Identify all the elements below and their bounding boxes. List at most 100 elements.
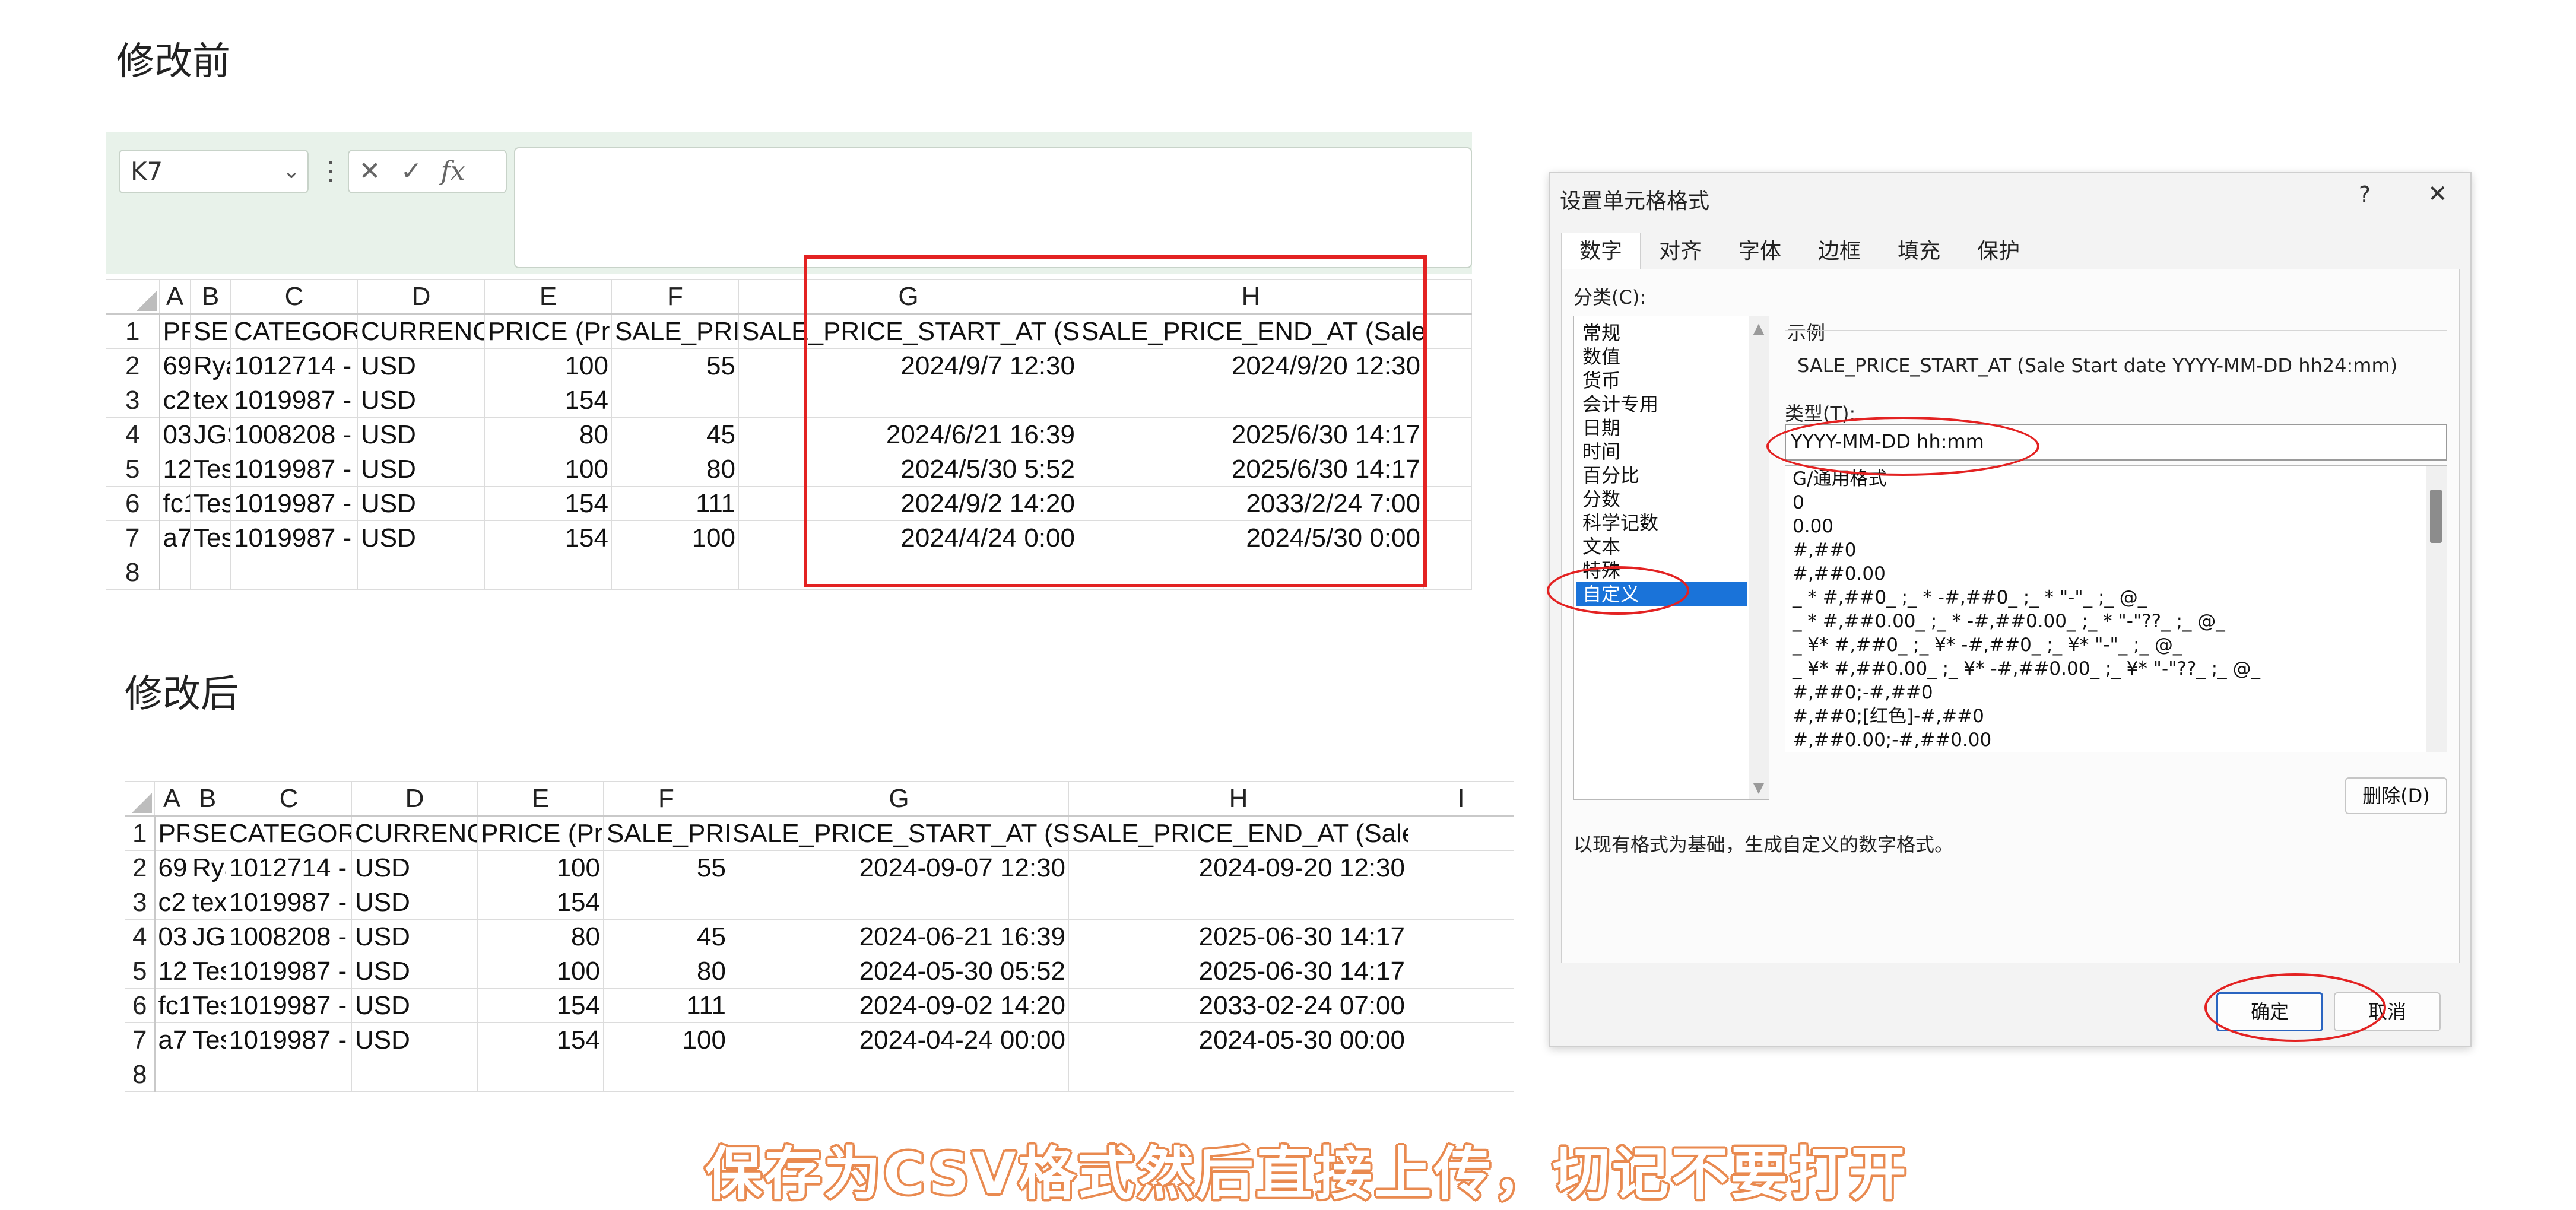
column-header-B[interactable]: B (190, 279, 231, 315)
cell[interactable]: 12 (154, 954, 189, 989)
formula-input[interactable] (514, 147, 1472, 268)
cell[interactable]: 45 (611, 417, 739, 452)
category-item[interactable]: 百分比 (1576, 463, 1747, 487)
row-header[interactable]: 6 (125, 988, 156, 1023)
cell[interactable]: 154 (477, 988, 604, 1023)
cell[interactable]: Tes (190, 520, 231, 555)
cell[interactable] (1408, 1057, 1514, 1092)
row-header[interactable]: 6 (106, 486, 160, 521)
cell[interactable]: CURRENCY (351, 815, 478, 851)
cell[interactable] (729, 885, 1069, 920)
select-all-corner[interactable] (125, 781, 155, 817)
category-item[interactable]: 时间 (1576, 440, 1747, 463)
column-header-A[interactable]: A (159, 279, 191, 315)
cell[interactable] (1423, 417, 1472, 452)
tab-4[interactable]: 填充 (1879, 233, 1959, 271)
cell[interactable]: 154 (477, 1022, 604, 1057)
cell[interactable] (154, 1057, 189, 1092)
cell[interactable]: 100 (477, 954, 604, 989)
column-header-E[interactable]: E (477, 781, 604, 817)
cell[interactable]: PR (159, 313, 191, 349)
cell[interactable]: a7 (159, 520, 191, 555)
cell[interactable]: USD (357, 383, 485, 418)
cell[interactable]: CATEGORY (230, 313, 358, 349)
row-header[interactable]: 3 (125, 885, 156, 920)
cell[interactable]: USD (357, 520, 485, 555)
cell[interactable] (1408, 815, 1514, 851)
row-header[interactable]: 7 (125, 1022, 156, 1057)
cell[interactable]: 1012714 - (226, 850, 352, 885)
cell[interactable]: USD (357, 417, 485, 452)
column-header-C[interactable]: C (230, 279, 358, 315)
tab-2[interactable]: 字体 (1720, 233, 1800, 271)
column-header-E[interactable]: E (484, 279, 612, 315)
cell[interactable]: 45 (603, 919, 729, 954)
row-header[interactable]: 3 (106, 383, 160, 418)
format-item[interactable]: 0.00 (1788, 515, 2417, 538)
cell[interactable] (351, 1057, 478, 1092)
cell[interactable]: 80 (477, 919, 604, 954)
row-header[interactable]: 5 (106, 452, 160, 487)
cell[interactable]: USD (351, 954, 478, 989)
cell[interactable]: 1019987 - (226, 954, 352, 989)
cell[interactable]: 2025-06-30 14:17 (1068, 954, 1408, 989)
cell[interactable]: 1019987 - (230, 486, 358, 521)
cell[interactable] (1423, 313, 1472, 349)
name-box[interactable]: K7 ⌄ (119, 150, 309, 193)
cell[interactable]: USD (351, 919, 478, 954)
cell[interactable]: USD (351, 988, 478, 1023)
cell[interactable]: 80 (611, 452, 739, 487)
cell[interactable] (1068, 885, 1408, 920)
cell[interactable]: CATEGORY (226, 815, 352, 851)
cell[interactable]: c2 (154, 885, 189, 920)
category-item[interactable]: 科学记数 (1576, 511, 1747, 535)
cell[interactable]: 55 (611, 348, 739, 383)
cell[interactable]: USD (351, 1022, 478, 1057)
cell[interactable]: Tes (189, 954, 226, 989)
cell[interactable]: 100 (484, 348, 612, 383)
cell[interactable]: 2024-09-07 12:30 (729, 850, 1069, 885)
format-list[interactable]: G/通用格式 0 0.00 #,##0 #,##0.00 _ * #,##0_ ;_ * … (1785, 465, 2447, 752)
cell[interactable] (1423, 348, 1472, 383)
cell[interactable]: 154 (477, 885, 604, 920)
row-header[interactable]: 8 (125, 1057, 156, 1092)
row-header[interactable]: 4 (106, 417, 160, 452)
column-header-C[interactable]: C (226, 781, 352, 817)
cell[interactable]: 100 (484, 452, 612, 487)
column-header-F[interactable]: F (603, 781, 729, 817)
cell[interactable]: 2025-06-30 14:17 (1068, 919, 1408, 954)
cell[interactable] (1423, 520, 1472, 555)
format-item[interactable]: #,##0;-#,##0 (1788, 681, 2417, 704)
cell[interactable]: tex (189, 885, 226, 920)
cell[interactable]: 1019987 - (226, 988, 352, 1023)
cell[interactable]: Tes (190, 452, 231, 487)
cell[interactable]: 1019987 - (230, 383, 358, 418)
cell[interactable]: 2024-05-30 05:52 (729, 954, 1069, 989)
category-item[interactable]: 常规 (1576, 321, 1747, 345)
row-header[interactable]: 4 (125, 919, 156, 954)
scroll-up-arrow[interactable]: ▲ (1751, 320, 1766, 336)
column-header-H[interactable]: H (1068, 781, 1408, 817)
cell[interactable]: 03 (159, 417, 191, 452)
cell[interactable]: 1008208 - (230, 417, 358, 452)
cell[interactable] (1423, 452, 1472, 487)
format-item[interactable]: _ * #,##0_ ;_ * -#,##0_ ;_ * "-"_ ;_ @_ (1788, 586, 2417, 609)
cell[interactable] (230, 555, 358, 590)
cell[interactable] (226, 1057, 352, 1092)
category-item[interactable]: 文本 (1576, 535, 1747, 558)
cell[interactable]: 154 (484, 520, 612, 555)
column-header-F[interactable]: F (611, 279, 739, 315)
column-header-I[interactable]: I (1408, 781, 1514, 817)
cell[interactable]: 1019987 - (226, 885, 352, 920)
cell[interactable]: SEL (190, 313, 231, 349)
cell[interactable]: 111 (611, 486, 739, 521)
cell[interactable] (1408, 850, 1514, 885)
format-item[interactable]: _ ¥* #,##0_ ;_ ¥* -#,##0_ ;_ ¥* "-"_ ;_ … (1788, 633, 2417, 657)
cell[interactable]: 2024-04-24 00:00 (729, 1022, 1069, 1057)
cell[interactable]: 2033-02-24 07:00 (1068, 988, 1408, 1023)
cell[interactable] (729, 1057, 1069, 1092)
cell[interactable]: 1019987 - (226, 1022, 352, 1057)
cell[interactable]: tex (190, 383, 231, 418)
category-item[interactable]: 日期 (1576, 416, 1747, 440)
column-header-A[interactable]: A (154, 781, 189, 817)
